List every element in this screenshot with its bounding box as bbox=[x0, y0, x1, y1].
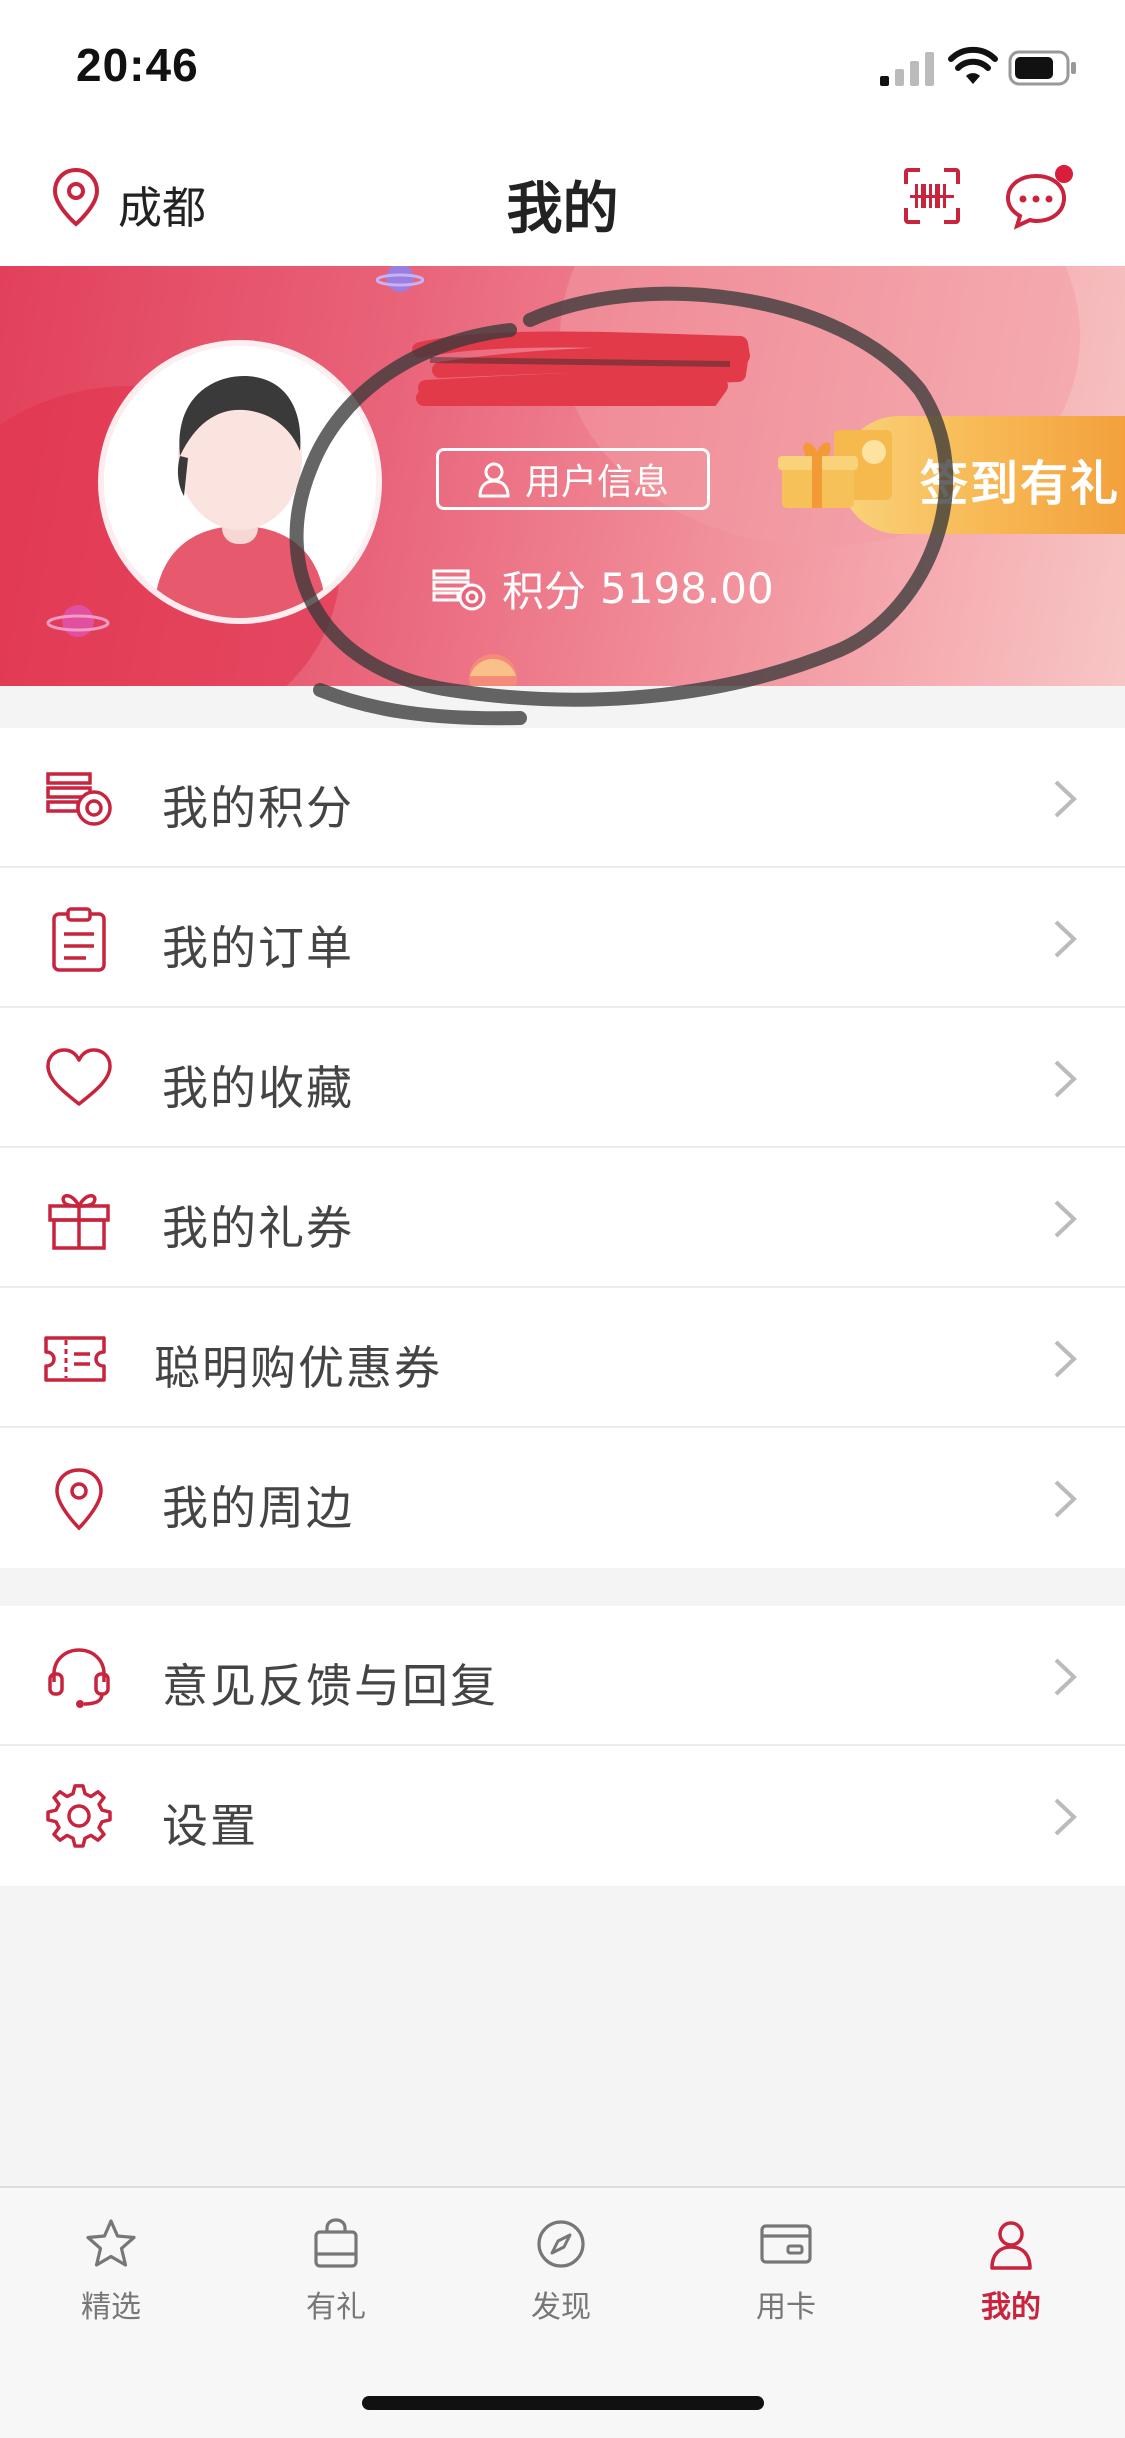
menu-item-nearby[interactable]: 我的周边 bbox=[0, 1428, 1125, 1568]
menu-group-main: 我的积分 我的订单 我的收藏 我的礼券 聪明购优惠券 我的周边 bbox=[0, 728, 1125, 1568]
profile-banner: 用户信息 积分 5198.00 签到有礼 bbox=[0, 266, 1125, 686]
planet-decoration-icon bbox=[46, 605, 110, 637]
tab-label: 用卡 bbox=[756, 2290, 816, 2325]
menu-label: 我的订单 bbox=[162, 921, 354, 975]
menu-item-orders[interactable]: 我的订单 bbox=[0, 868, 1125, 1008]
chevron-right-icon bbox=[1054, 1798, 1077, 1836]
card-icon bbox=[760, 2224, 812, 2264]
chevron-right-icon bbox=[1054, 1060, 1077, 1098]
signin-label: 签到有礼 bbox=[920, 456, 1121, 512]
menu-label: 我的周边 bbox=[162, 1481, 354, 1535]
menu-item-feedback[interactable]: 意见反馈与回复 bbox=[0, 1606, 1125, 1746]
tab-label: 有礼 bbox=[306, 2290, 366, 2325]
top-nav-bar: 成都 我的 bbox=[0, 130, 1125, 266]
menu-item-gift-vouchers[interactable]: 我的礼券 bbox=[0, 1148, 1125, 1288]
chevron-right-icon bbox=[1054, 1480, 1077, 1518]
tab-label: 我的 bbox=[981, 2290, 1041, 2325]
compass-icon bbox=[537, 2220, 585, 2268]
user-info-label: 用户信息 bbox=[524, 462, 669, 503]
scan-icon[interactable] bbox=[902, 166, 962, 226]
tab-label: 精选 bbox=[81, 2290, 141, 2325]
menu-item-favorites[interactable]: 我的收藏 bbox=[0, 1008, 1125, 1148]
gift-icon bbox=[48, 1194, 110, 1250]
points-label: 积分 bbox=[502, 567, 587, 616]
tab-discover[interactable]: 发现 bbox=[481, 2216, 641, 2326]
menu-label: 聪明购优惠券 bbox=[154, 1341, 442, 1395]
heart-icon bbox=[46, 1048, 112, 1106]
points-icon bbox=[46, 772, 112, 826]
planet-decoration-icon bbox=[469, 654, 517, 686]
menu-group-support: 意见反馈与回复 设置 bbox=[0, 1606, 1125, 1886]
default-avatar-icon bbox=[104, 346, 376, 618]
planet-decoration-icon bbox=[376, 266, 424, 292]
menu-item-points[interactable]: 我的积分 bbox=[0, 728, 1125, 868]
chevron-right-icon bbox=[1054, 1340, 1077, 1378]
points-value: 5198.00 bbox=[600, 564, 774, 613]
menu-label: 设置 bbox=[162, 1799, 258, 1853]
menu-label: 我的积分 bbox=[162, 781, 354, 835]
menu-label: 我的收藏 bbox=[162, 1061, 354, 1115]
status-bar: 20:46 bbox=[0, 0, 1125, 130]
cellular-signal-icon bbox=[880, 52, 934, 86]
headset-icon bbox=[48, 1648, 110, 1708]
bag-icon bbox=[314, 2218, 358, 2268]
points-icon bbox=[432, 569, 486, 610]
tab-label: 发现 bbox=[531, 2290, 591, 2325]
menu-item-settings[interactable]: 设置 bbox=[0, 1746, 1125, 1886]
tab-featured[interactable]: 精选 bbox=[31, 2216, 191, 2326]
user-info-button[interactable]: 用户信息 bbox=[436, 448, 710, 510]
battery-icon bbox=[1008, 50, 1076, 86]
user-outline-icon bbox=[478, 462, 510, 498]
star-icon bbox=[86, 2219, 136, 2267]
menu-item-smart-coupons[interactable]: 聪明购优惠券 bbox=[0, 1288, 1125, 1428]
chevron-right-icon bbox=[1054, 920, 1077, 958]
tab-cards[interactable]: 用卡 bbox=[706, 2216, 866, 2326]
tab-gifts[interactable]: 有礼 bbox=[256, 2216, 416, 2326]
points-display[interactable]: 积分 5198.00 bbox=[432, 558, 774, 619]
user-icon bbox=[990, 2221, 1032, 2270]
coupon-icon bbox=[44, 1336, 106, 1382]
chevron-right-icon bbox=[1054, 1200, 1077, 1238]
message-icon[interactable] bbox=[1004, 164, 1076, 230]
status-time: 20:46 bbox=[76, 39, 199, 91]
redacted-username bbox=[412, 331, 750, 406]
menu-label: 意见反馈与回复 bbox=[162, 1659, 498, 1713]
wifi-icon bbox=[948, 46, 998, 84]
chevron-right-icon bbox=[1054, 1658, 1077, 1696]
chevron-right-icon bbox=[1054, 780, 1077, 818]
menu-label: 我的礼券 bbox=[162, 1201, 354, 1255]
tab-mine[interactable]: 我的 bbox=[931, 2216, 1091, 2326]
avatar[interactable] bbox=[104, 346, 376, 618]
gear-icon bbox=[46, 1784, 112, 1848]
gift-box-icon bbox=[778, 430, 892, 508]
clipboard-icon bbox=[52, 907, 106, 972]
home-indicator[interactable] bbox=[362, 2396, 764, 2410]
location-pin-icon bbox=[55, 1468, 103, 1531]
